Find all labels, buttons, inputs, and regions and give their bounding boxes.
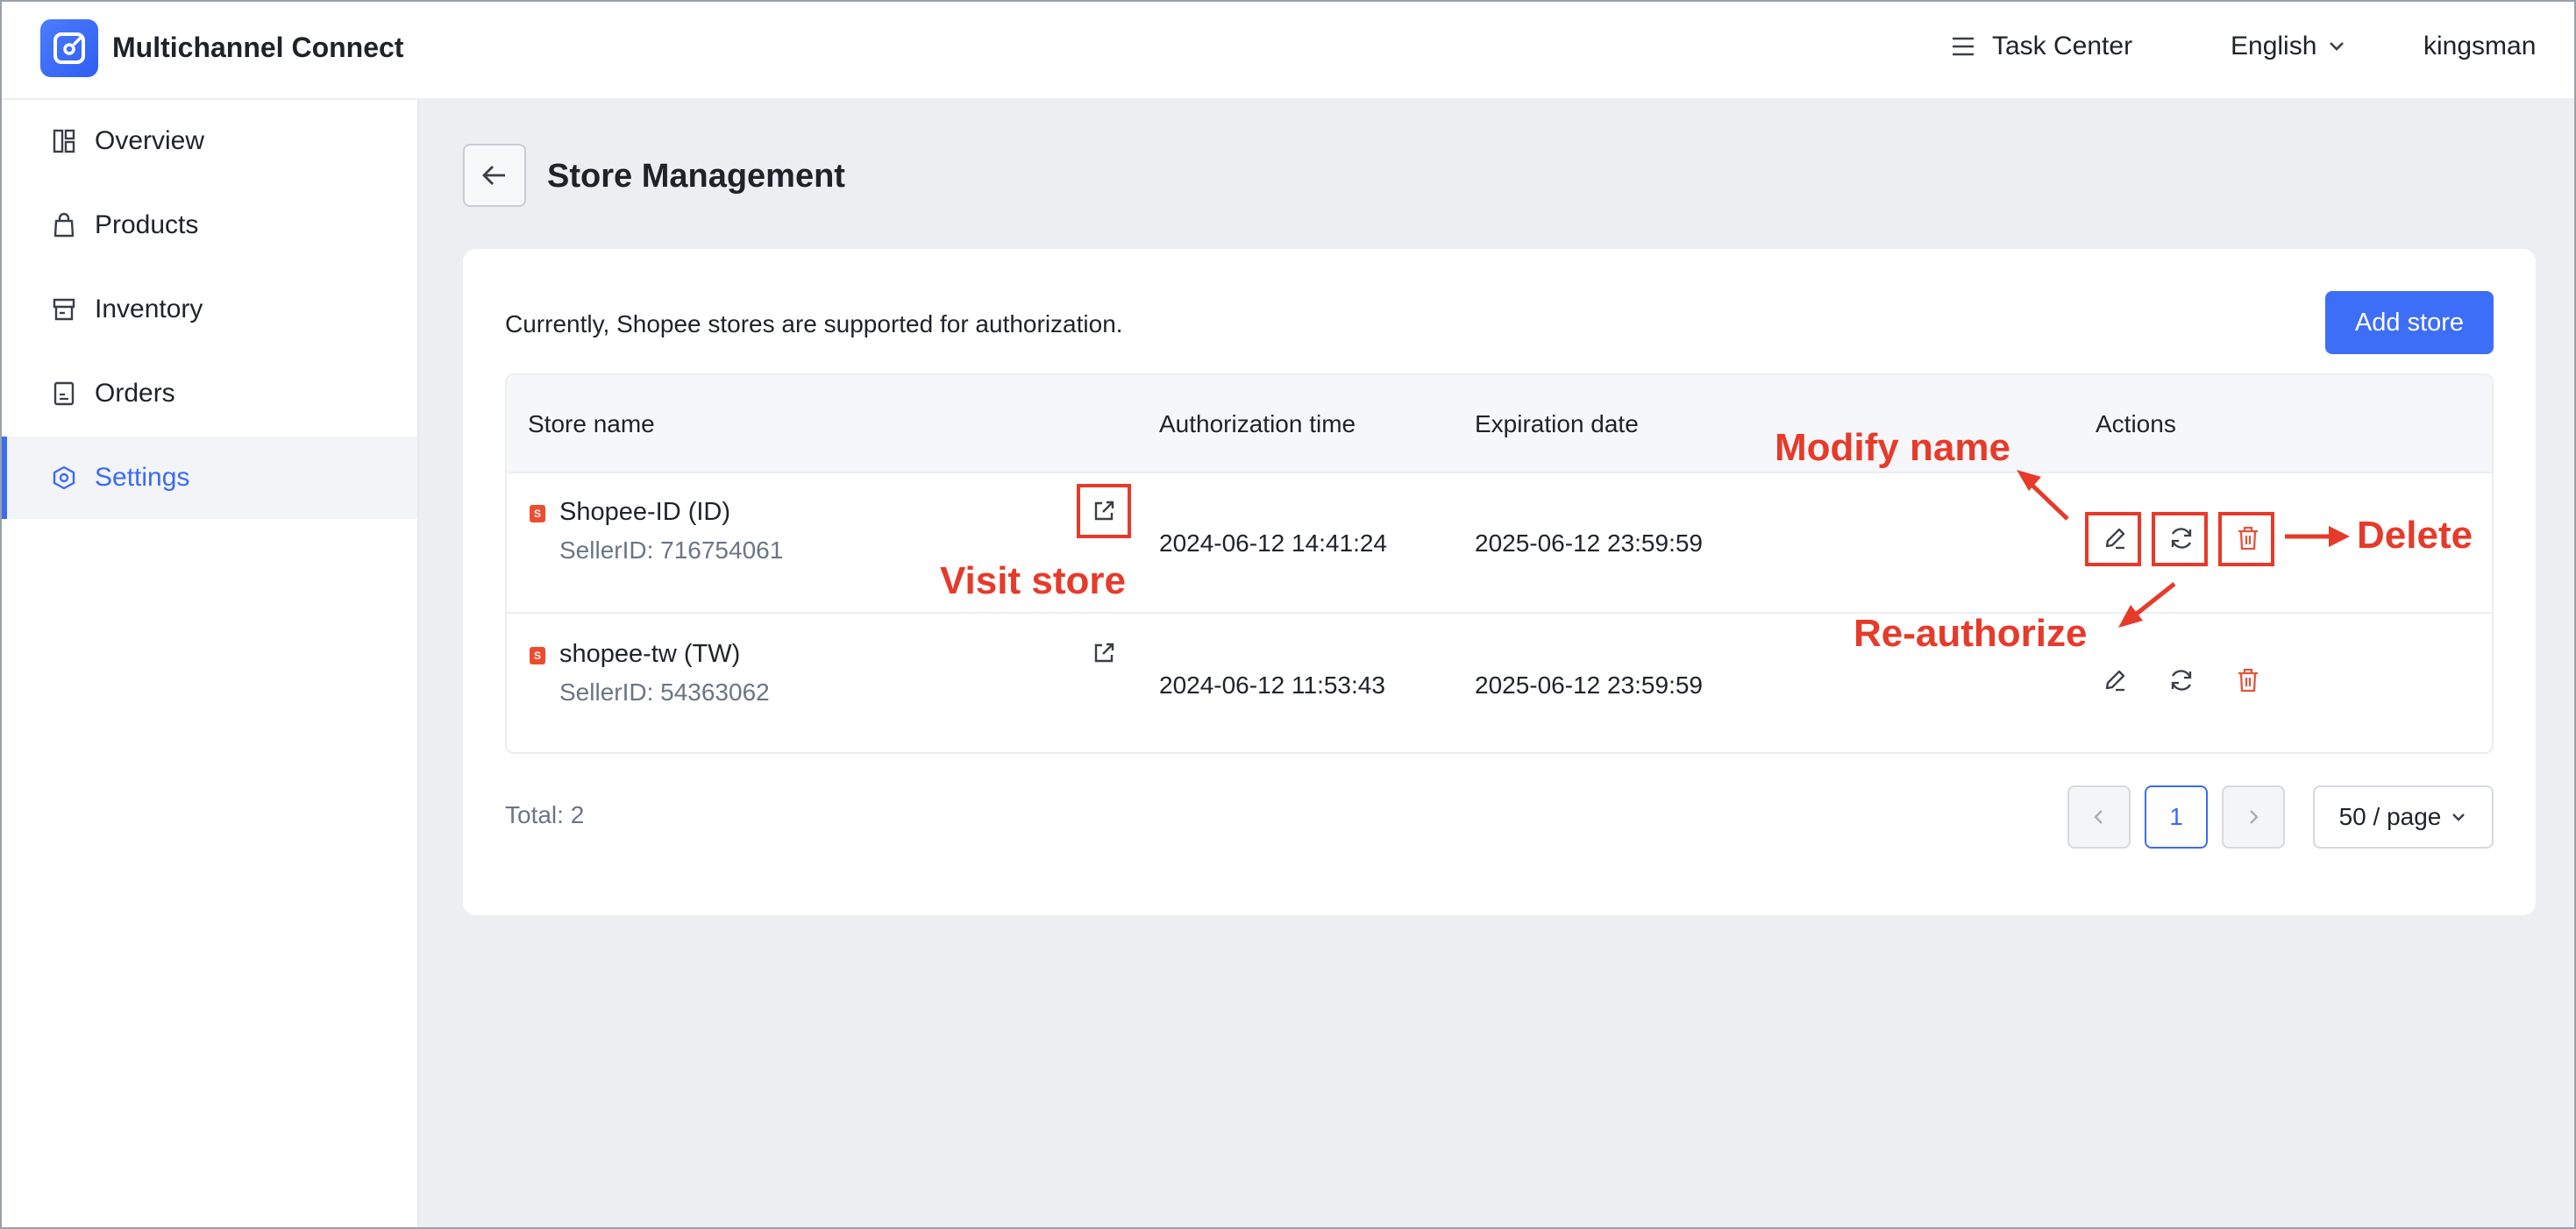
annotation-re-authorize: Re-authorize <box>1854 612 2088 655</box>
annotation-arrows <box>2017 470 2350 628</box>
annotation-visit-store: Visit store <box>940 559 1126 602</box>
annotation-modify-name: Modify name <box>1775 426 2010 469</box>
app-window: Multichannel Connect Task Center English… <box>0 0 2576 1229</box>
annotation-delete: Delete <box>2357 514 2473 557</box>
